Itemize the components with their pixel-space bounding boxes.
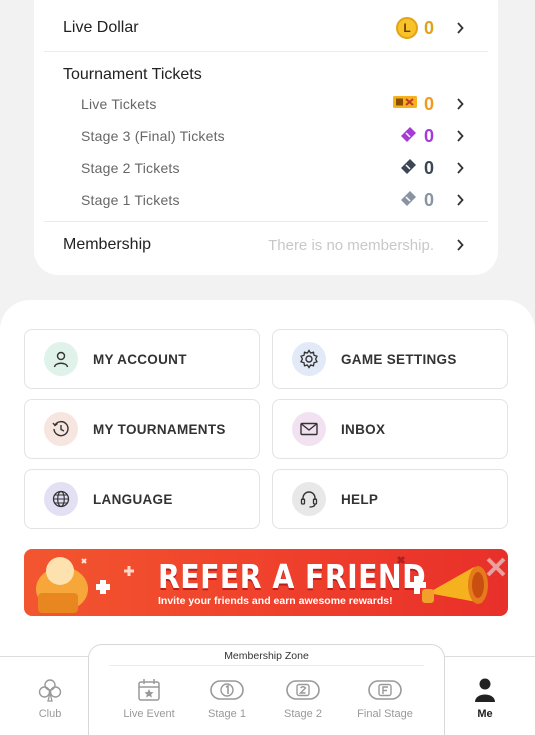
chevron-right-icon [452, 96, 468, 112]
live-ticket-icon [392, 94, 418, 115]
envelope-icon [292, 412, 326, 446]
user-icon [450, 676, 520, 704]
chevron-right-icon [452, 160, 468, 176]
chevron-right-icon [452, 20, 468, 36]
club-icon [15, 676, 85, 704]
divider [44, 221, 488, 222]
inbox-button[interactable]: INBOX [272, 399, 508, 459]
nav-label: Club [38, 708, 62, 720]
nav-club[interactable]: Club [15, 676, 85, 720]
balances-card: Live Dollar L 0 Tournament Tickets Live … [34, 0, 498, 275]
final-stage-icon [350, 676, 420, 704]
divider [44, 51, 488, 52]
help-label: HELP [341, 491, 379, 507]
chevron-right-icon [452, 128, 468, 144]
stage2-tickets-row[interactable]: Stage 2 Tickets 0 [81, 154, 468, 182]
live-dollar-label: Live Dollar [63, 19, 139, 36]
headset-icon [292, 482, 326, 516]
membership-status: There is no membership. [268, 236, 434, 254]
language-button[interactable]: LANGUAGE [24, 469, 260, 529]
stage3-ticket-icon [398, 125, 418, 148]
user-icon [44, 342, 78, 376]
live-dollar-row[interactable]: Live Dollar L 0 [63, 13, 468, 43]
tournament-tickets-title: Tournament Tickets [63, 66, 202, 83]
banner-subtitle: Invite your friends and earn awesome rew… [158, 595, 393, 607]
nav-label: Stage 1 [208, 708, 246, 720]
live-tickets-value: 0 [423, 93, 434, 114]
live-tickets-label: Live Tickets [81, 96, 157, 112]
game-settings-label: GAME SETTINGS [341, 351, 457, 367]
language-label: LANGUAGE [93, 491, 173, 507]
nav-label: Stage 2 [284, 708, 322, 720]
live-dollar-coin-icon: L [395, 17, 418, 39]
gift-mascot-icon [36, 557, 134, 613]
chevron-right-icon [452, 192, 468, 208]
stage3-tickets-label: Stage 3 (Final) Tickets [81, 128, 225, 144]
calendar-star-icon [114, 676, 184, 704]
globe-icon [44, 482, 78, 516]
nav-final-stage[interactable]: Final Stage [350, 676, 420, 720]
history-icon [44, 412, 78, 446]
my-account-button[interactable]: MY ACCOUNT [24, 329, 260, 389]
my-tournaments-label: MY TOURNAMENTS [93, 421, 226, 437]
membership-row[interactable]: Membership There is no membership. [63, 230, 468, 260]
stage1-tickets-label: Stage 1 Tickets [81, 192, 180, 208]
my-account-label: MY ACCOUNT [93, 351, 187, 367]
help-button[interactable]: HELP [272, 469, 508, 529]
stage2-tickets-value: 0 [423, 157, 434, 178]
stage2-tickets-label: Stage 2 Tickets [81, 160, 180, 176]
stage1-tickets-value: 0 [423, 189, 434, 210]
live-dollar-value: 0 [423, 17, 434, 38]
refer-a-friend-banner[interactable]: REFER A FRIEND Invite your friends and e… [24, 549, 508, 616]
chevron-right-icon [452, 237, 468, 253]
megaphone-icon [396, 555, 506, 604]
stage-1-icon [192, 676, 262, 704]
nav-label: Live Event [123, 708, 175, 720]
inbox-label: INBOX [341, 421, 386, 437]
live-tickets-row[interactable]: Live Tickets 0 [81, 90, 468, 118]
stage1-ticket-icon [398, 189, 418, 212]
nav-label: Me [477, 708, 493, 720]
nav-label: Final Stage [357, 708, 413, 720]
gear-icon [292, 342, 326, 376]
nav-me[interactable]: Me [450, 676, 520, 720]
nav-stage-2[interactable]: Stage 2 [268, 676, 338, 720]
nav-live-event[interactable]: Live Event [114, 676, 184, 720]
stage1-tickets-row[interactable]: Stage 1 Tickets 0 [81, 186, 468, 214]
nav-stage-1[interactable]: Stage 1 [192, 676, 262, 720]
stage2-ticket-icon [398, 157, 418, 180]
stage-2-icon [268, 676, 338, 704]
stage3-tickets-value: 0 [423, 125, 434, 146]
divider [109, 665, 424, 666]
game-settings-button[interactable]: GAME SETTINGS [272, 329, 508, 389]
membership-label: Membership [63, 236, 152, 253]
stage3-tickets-row[interactable]: Stage 3 (Final) Tickets 0 [81, 122, 468, 150]
my-tournaments-button[interactable]: MY TOURNAMENTS [24, 399, 260, 459]
membership-zone-title: Membership Zone [224, 650, 309, 662]
